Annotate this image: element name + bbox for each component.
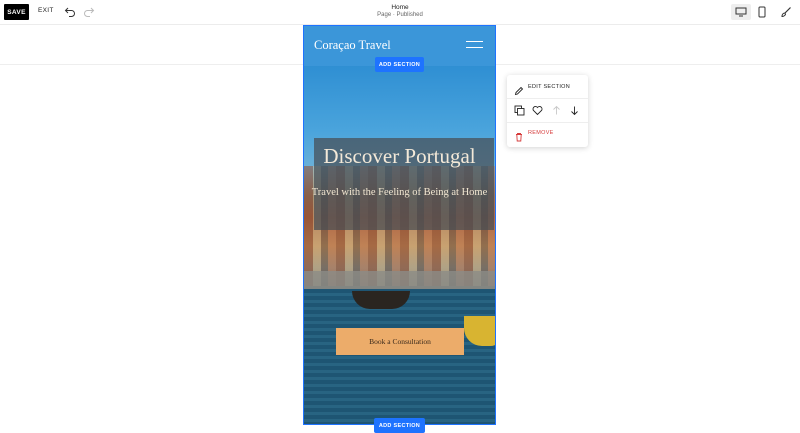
page-status: Page · Published (377, 12, 423, 18)
duplicate-icon[interactable] (514, 103, 526, 116)
add-section-button[interactable]: ADD SECTION (374, 418, 425, 433)
editor-toolbar: SAVE EXIT Home Page · Published (0, 0, 800, 25)
section-actions (507, 103, 588, 117)
menu-divider (507, 122, 588, 123)
hero-section[interactable] (304, 66, 495, 424)
section-menu: EDIT SECTION REMOVE (507, 75, 588, 147)
hero-heading[interactable]: Discover Portugal (304, 144, 495, 169)
site-title[interactable]: Coraçao Travel (314, 38, 391, 53)
arrow-down-icon[interactable] (569, 103, 581, 116)
paintbrush-icon[interactable] (778, 4, 794, 20)
add-section-button[interactable]: ADD SECTION (375, 57, 424, 72)
remove-label: REMOVE (528, 130, 554, 136)
heart-icon[interactable] (532, 103, 544, 116)
book-consultation-button[interactable]: Book a Consultation (336, 328, 464, 355)
remove-section-item[interactable]: REMOVE (507, 126, 588, 142)
hero-image-water (304, 289, 495, 424)
hero-image-quay (304, 271, 495, 289)
hero-subheading[interactable]: Travel with the Feeling of Being at Home (304, 187, 495, 198)
arrow-up-icon[interactable] (551, 103, 563, 115)
hero-image-boat (352, 291, 410, 309)
mobile-icon[interactable] (755, 4, 769, 20)
page-title[interactable]: Home (0, 4, 800, 11)
edit-section-item[interactable]: EDIT SECTION (507, 80, 588, 96)
hamburger-icon[interactable] (466, 41, 483, 51)
menu-divider (507, 98, 588, 99)
edit-section-label: EDIT SECTION (528, 84, 571, 90)
desktop-icon[interactable] (731, 4, 751, 20)
trash-icon (514, 129, 524, 142)
mobile-preview[interactable]: Coraçao Travel Discover Portugal Travel … (303, 25, 496, 425)
pencil-icon (514, 83, 524, 96)
